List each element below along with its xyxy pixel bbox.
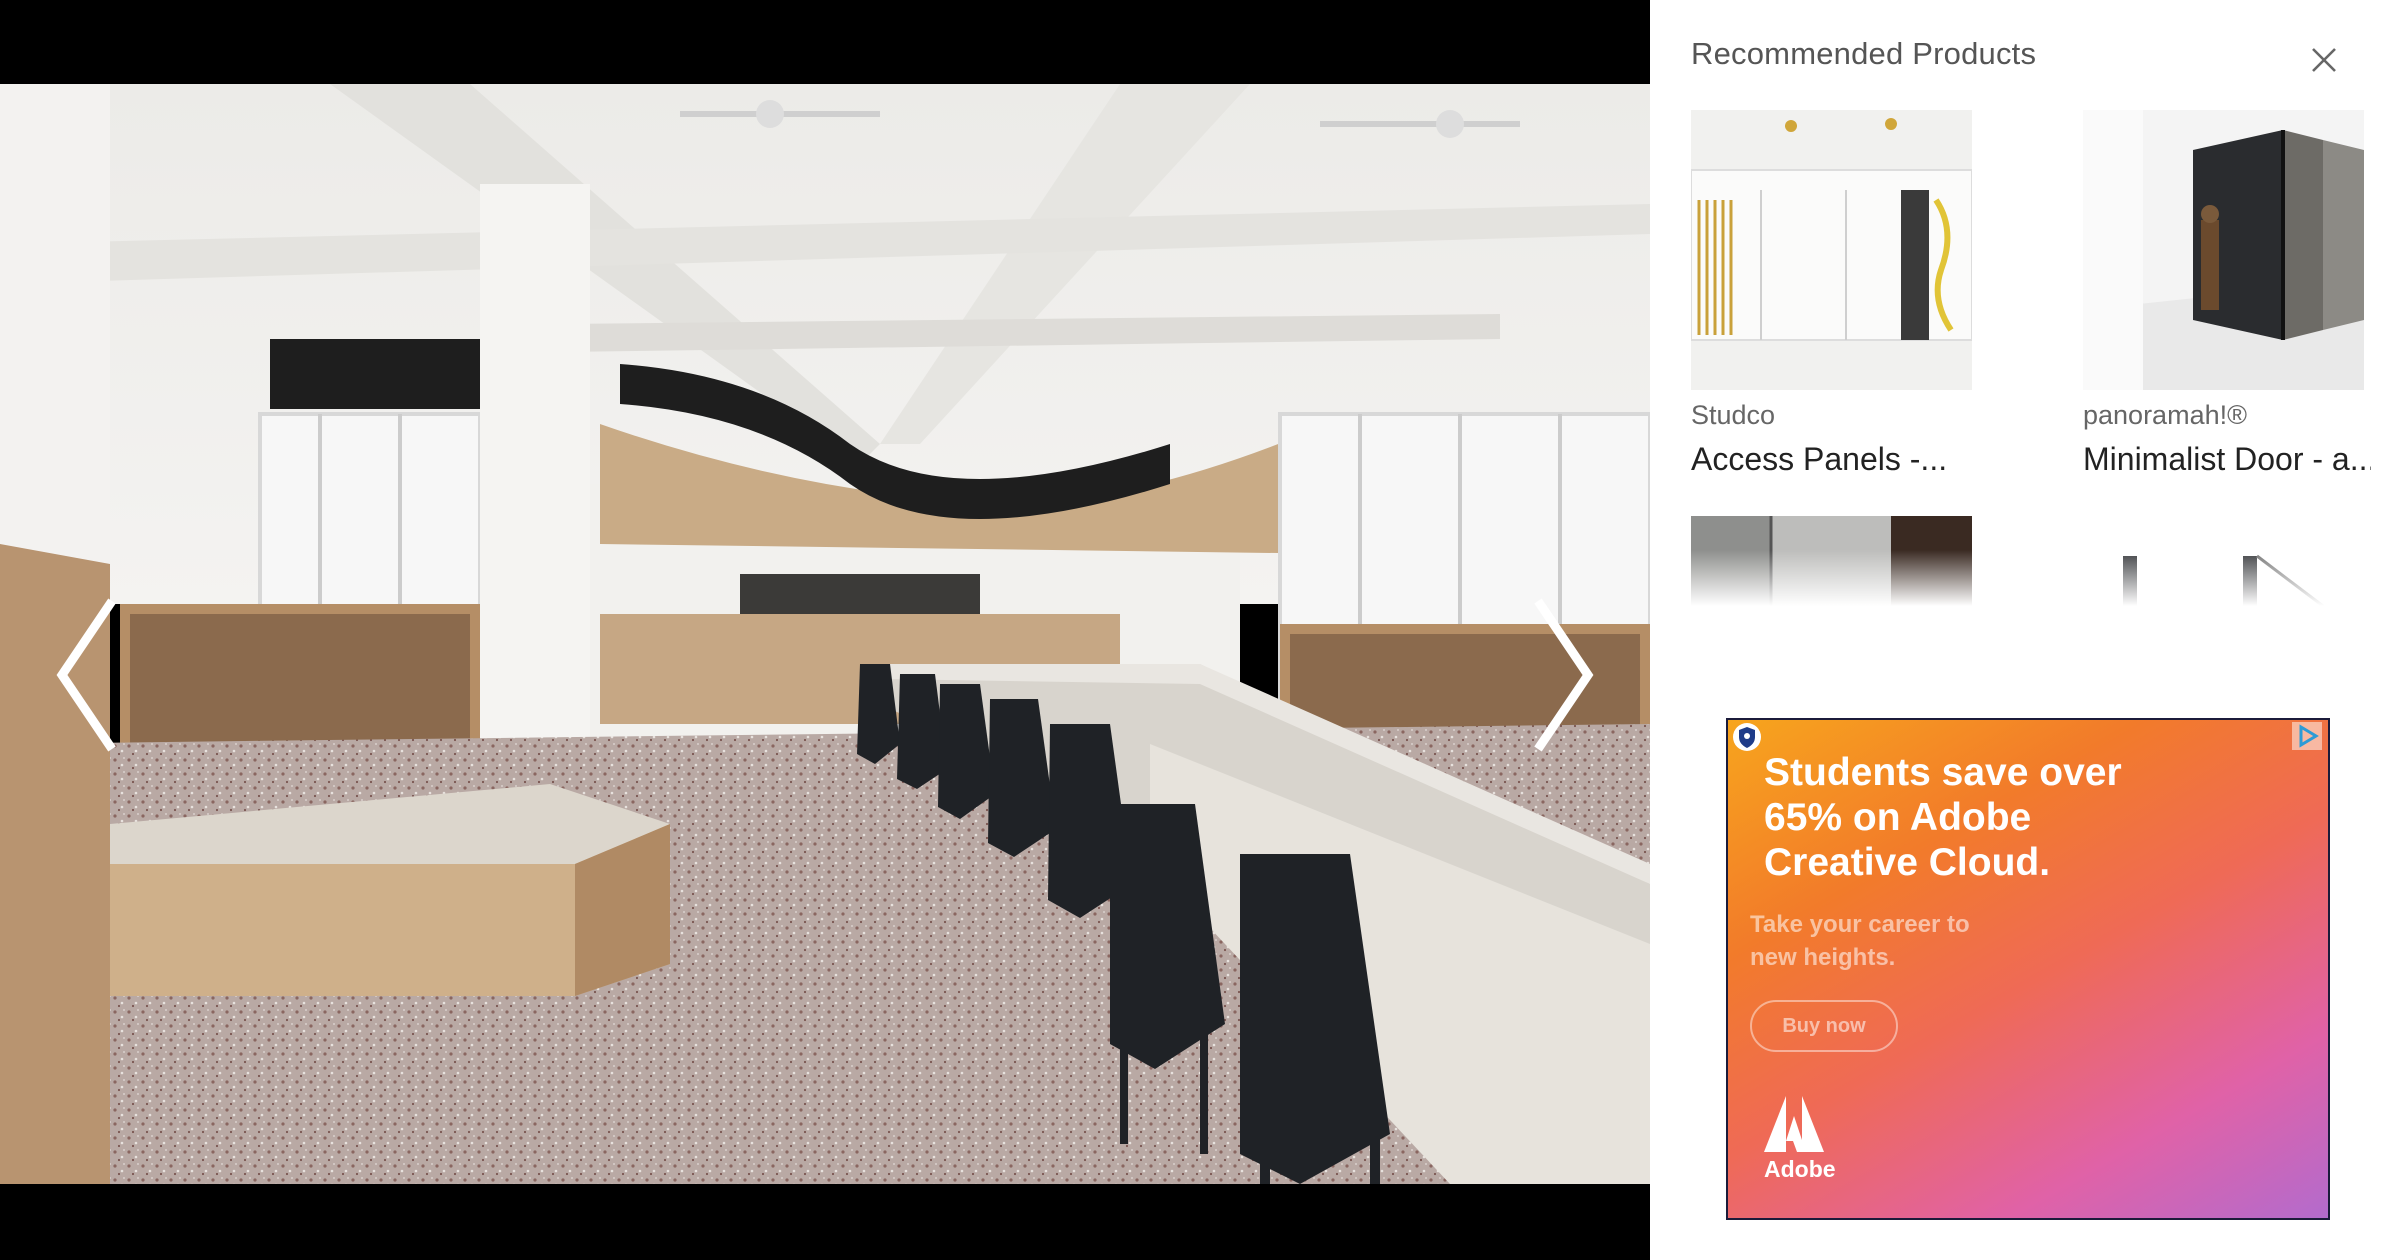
product-brand: Studco — [1691, 400, 1776, 430]
ad-brand: Adobe — [1764, 1156, 1836, 1182]
buy-now-button[interactable]: Buy now — [1750, 1000, 1898, 1052]
adchoices-icon[interactable] — [2292, 722, 2322, 750]
product-name[interactable]: Minimalist Door - a... — [2083, 441, 2371, 478]
product-grid: Studco Access Panels -... panoramah!® Mi… — [1691, 110, 2371, 606]
previous-photo-button[interactable] — [40, 590, 130, 760]
recommended-products-panel: Recommended Products Studco Access Panel… — [1650, 0, 2400, 1260]
next-photo-button[interactable] — [1520, 590, 1610, 760]
photo-viewer — [0, 0, 1650, 1260]
product-brand: panoramah!® — [2083, 400, 2247, 430]
advertisement[interactable]: Students save over 65% on Adobe Creative… — [1726, 718, 2330, 1220]
close-button[interactable] — [2300, 36, 2348, 84]
product-thumbnail[interactable] — [1691, 110, 1972, 390]
gallery-photo — [0, 84, 1650, 1184]
chevron-left-icon — [56, 598, 116, 752]
shield-icon — [1733, 723, 1761, 751]
product-thumbnail[interactable] — [2083, 110, 2364, 390]
chevron-right-icon — [1534, 598, 1594, 752]
product-card[interactable]: Studco Access Panels -... — [1691, 110, 1981, 478]
product-card[interactable]: panoramah!® Minimalist Door - a... — [2083, 110, 2371, 478]
product-name[interactable]: Access Panels -... — [1691, 441, 1981, 478]
ad-subtext: Take your career to new heights. — [1750, 911, 1970, 971]
ad-headline: Students save over 65% on Adobe Creative… — [1764, 751, 2122, 884]
grid-fade-overlay — [1691, 550, 2371, 606]
adobe-logo-icon — [1764, 1096, 1824, 1152]
close-icon — [2312, 48, 2336, 72]
panel-title: Recommended Products — [1691, 36, 2037, 71]
